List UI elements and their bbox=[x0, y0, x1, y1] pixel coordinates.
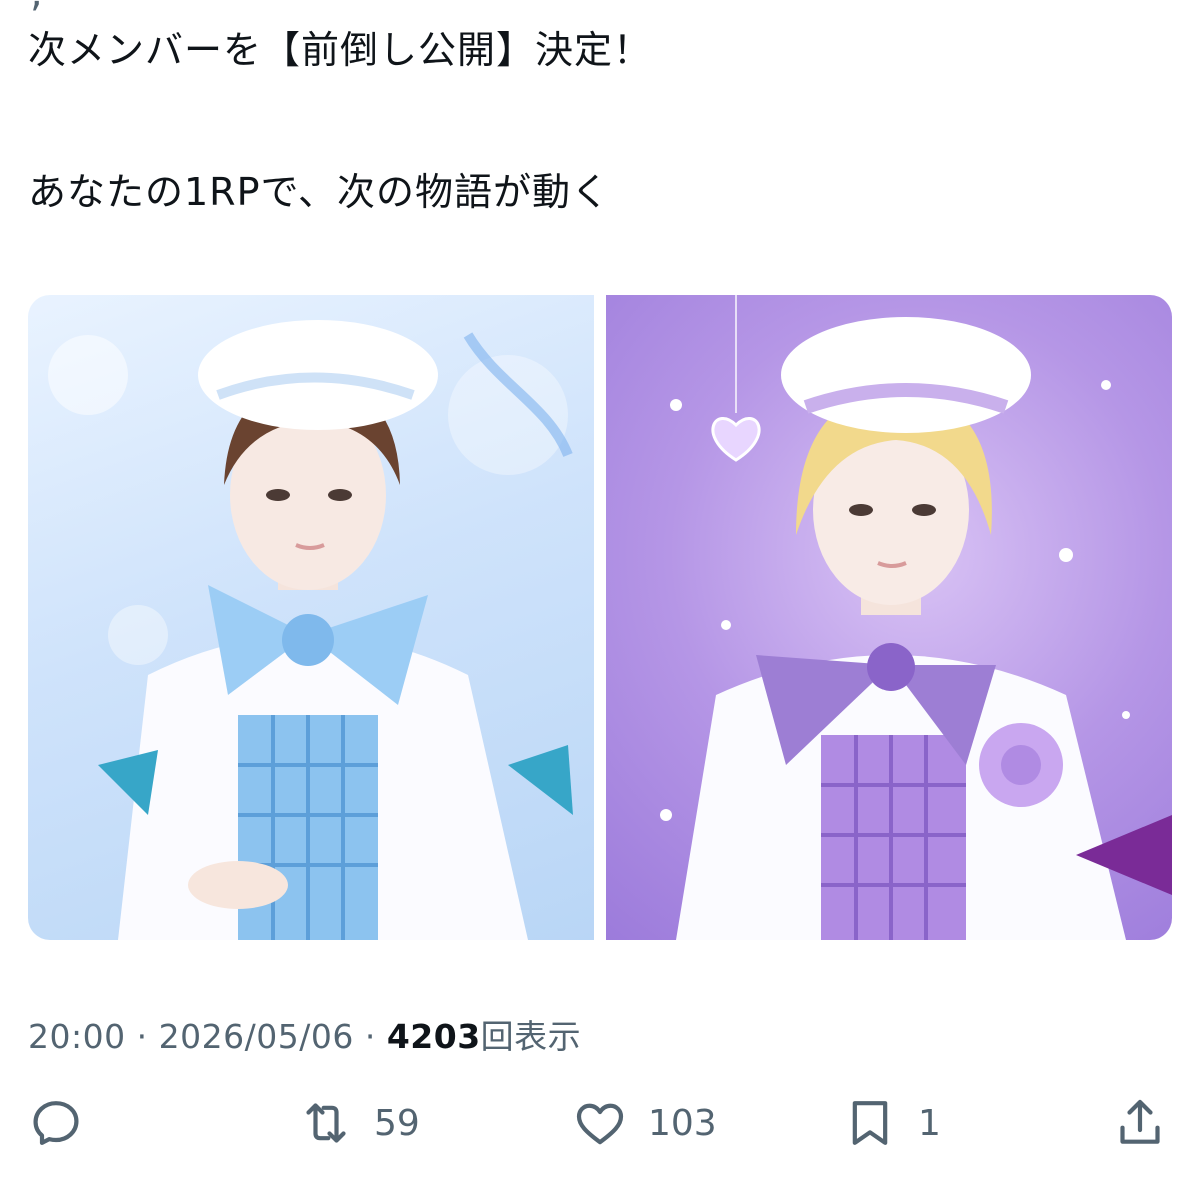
bookmark-button[interactable]: 1 bbox=[842, 1095, 941, 1151]
views-count[interactable]: 4203 bbox=[387, 1017, 481, 1056]
retweet-button[interactable]: 59 bbox=[298, 1095, 420, 1151]
like-icon bbox=[576, 1103, 624, 1145]
meta-separator: · bbox=[136, 1017, 148, 1056]
like-button[interactable]: 103 bbox=[572, 1095, 717, 1151]
retweet-count: 59 bbox=[374, 1102, 420, 1144]
bookmark-icon bbox=[852, 1101, 888, 1145]
reply-icon bbox=[33, 1101, 79, 1145]
share-button[interactable] bbox=[1112, 1095, 1168, 1151]
tweet-text-line-1: 次メンバーを【前倒し公開】決定！ bbox=[28, 28, 653, 72]
retweet-icon bbox=[306, 1103, 346, 1143]
meta-separator-2: · bbox=[364, 1017, 376, 1056]
media-photo-right[interactable] bbox=[606, 295, 1172, 940]
bookmark-count: 1 bbox=[918, 1102, 941, 1144]
truncated-previous-line: , bbox=[30, 0, 43, 16]
reply-button[interactable] bbox=[28, 1095, 104, 1151]
tweet-time: 20:00 bbox=[28, 1017, 126, 1056]
share-icon bbox=[1120, 1099, 1160, 1144]
media-photo-left[interactable] bbox=[28, 295, 594, 940]
tweet-text-line-2: あなたの1RPで、次の物語が動く bbox=[28, 170, 610, 214]
like-count: 103 bbox=[648, 1102, 717, 1144]
tweet-action-bar: 59 103 1 bbox=[0, 1095, 1200, 1165]
purple-member-portrait bbox=[660, 295, 1172, 940]
tweet-metadata: 20:00 · 2026/05/06 · 4203回表示 bbox=[28, 1010, 581, 1058]
views-label: 回表示 bbox=[480, 1017, 582, 1056]
tweet-date: 2026/05/06 bbox=[158, 1017, 354, 1056]
blue-member-portrait bbox=[48, 320, 573, 940]
